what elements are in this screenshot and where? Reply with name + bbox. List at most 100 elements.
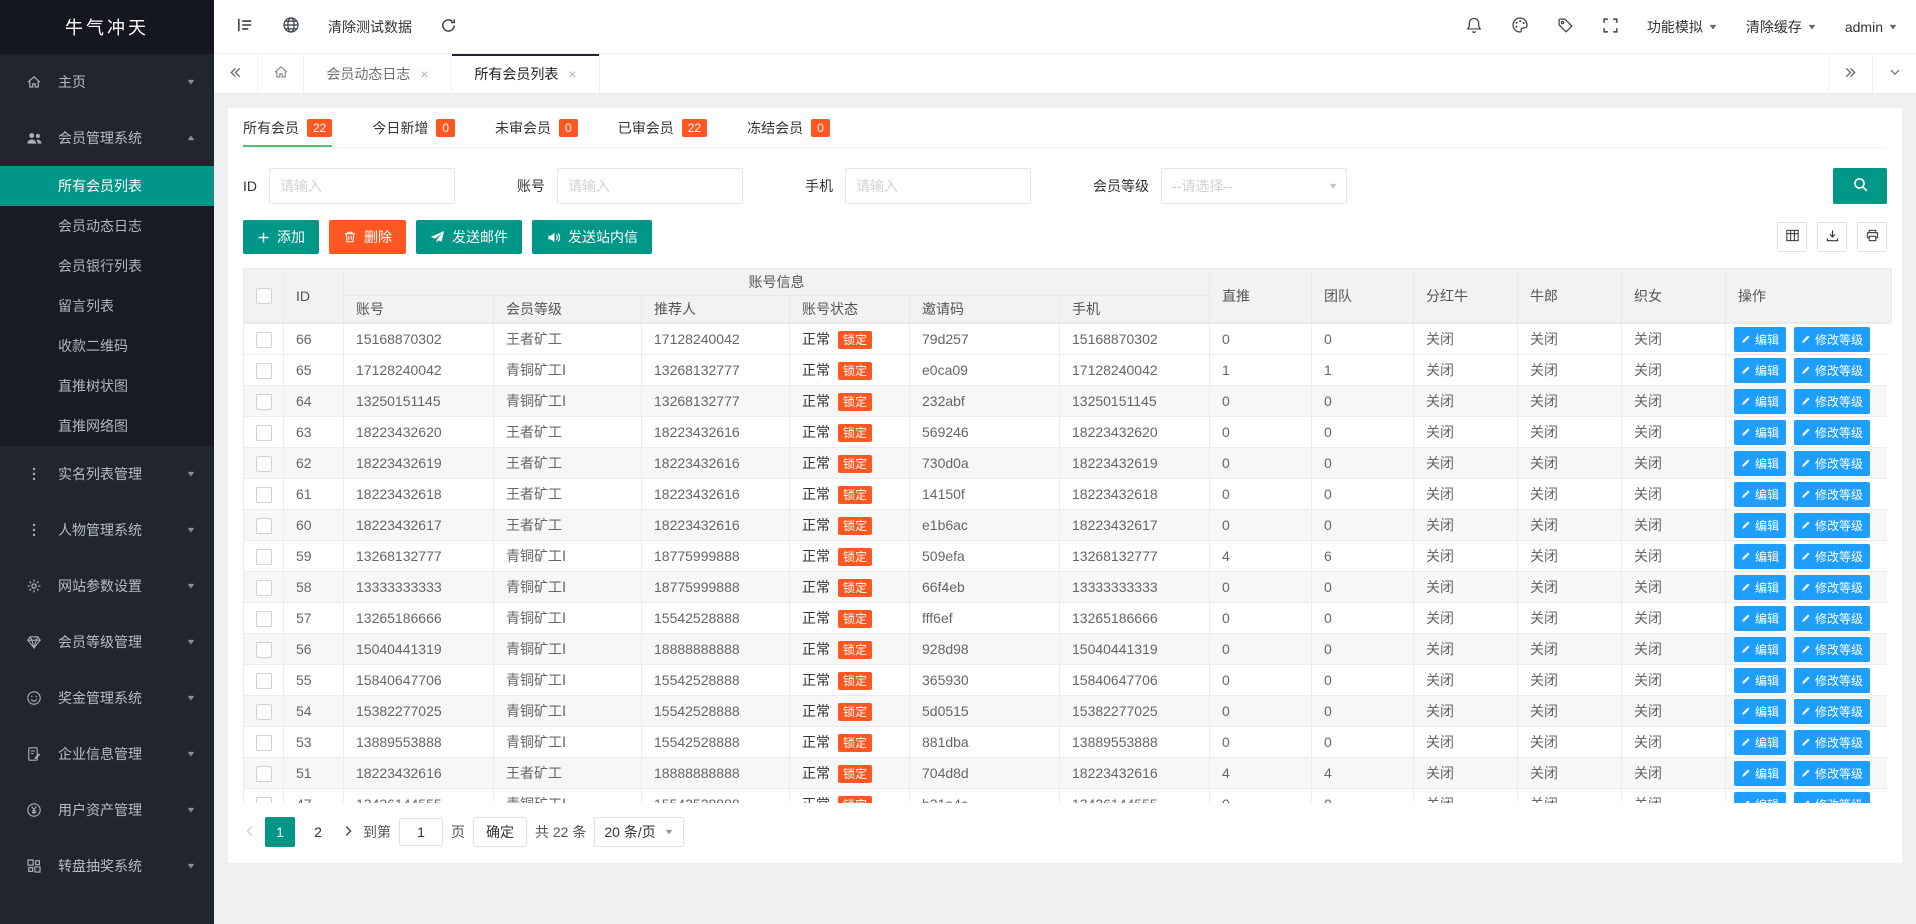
sidebar-item[interactable]: 网站参数设置 (0, 558, 214, 614)
row-checkbox[interactable] (256, 518, 272, 534)
sidebar-item[interactable]: 用户资产管理 (0, 782, 214, 838)
row-checkbox[interactable] (256, 642, 272, 658)
close-icon[interactable]: × (420, 67, 428, 81)
sidebar-item[interactable]: 企业信息管理 (0, 726, 214, 782)
edit-button[interactable]: 编辑 (1734, 451, 1786, 476)
edit-level-button[interactable]: 修改等级 (1794, 389, 1870, 414)
user-dropdown[interactable]: admin (1845, 19, 1898, 35)
tabs-scroll-left-button[interactable] (214, 54, 258, 93)
edit-button[interactable]: 编辑 (1734, 389, 1786, 414)
edit-level-button[interactable]: 修改等级 (1794, 792, 1870, 804)
edit-button[interactable]: 编辑 (1734, 637, 1786, 662)
member-status-tab[interactable]: 已审会员22 (598, 108, 727, 147)
row-checkbox[interactable] (256, 394, 272, 410)
send-message-button[interactable]: 发送站内信 (532, 220, 652, 254)
fullscreen-button[interactable] (1602, 17, 1619, 37)
tab-member-logs[interactable]: 会员动态日志 × (304, 54, 452, 93)
lock-badge-button[interactable]: 锁定 (838, 641, 872, 659)
lock-badge-button[interactable]: 锁定 (838, 703, 872, 721)
edit-level-button[interactable]: 修改等级 (1794, 699, 1870, 724)
edit-level-button[interactable]: 修改等级 (1794, 606, 1870, 631)
member-status-tab[interactable]: 今日新增0 (352, 108, 475, 147)
row-checkbox[interactable] (256, 611, 272, 627)
page-button-2[interactable]: 2 (303, 817, 333, 847)
row-checkbox[interactable] (256, 735, 272, 751)
next-page-button[interactable] (341, 824, 355, 841)
lock-badge-button[interactable]: 锁定 (838, 765, 872, 783)
add-button[interactable]: 添加 (243, 220, 319, 254)
tag-button[interactable] (1557, 17, 1574, 37)
member-status-tab[interactable]: 所有会员22 (243, 108, 352, 147)
edit-button[interactable]: 编辑 (1734, 513, 1786, 538)
filter-account-input[interactable] (557, 168, 743, 204)
edit-button[interactable]: 编辑 (1734, 358, 1786, 383)
sidebar-item[interactable]: 人物管理系统 (0, 502, 214, 558)
lock-badge-button[interactable]: 锁定 (838, 734, 872, 752)
language-globe-button[interactable] (282, 16, 300, 37)
tabs-scroll-right-button[interactable] (1828, 54, 1872, 93)
row-checkbox[interactable] (256, 673, 272, 689)
edit-level-button[interactable]: 修改等级 (1794, 358, 1870, 383)
sidebar-subitem[interactable]: 收款二维码 (0, 326, 214, 366)
goto-page-input[interactable] (399, 818, 443, 846)
page-button-1[interactable]: 1 (265, 817, 295, 847)
confirm-page-button[interactable]: 确定 (473, 817, 527, 847)
edit-level-button[interactable]: 修改等级 (1794, 482, 1870, 507)
filter-level-select[interactable]: --请选择-- (1161, 168, 1347, 204)
lock-badge-button[interactable]: 锁定 (838, 455, 872, 473)
sidebar-subitem[interactable]: 直推网络图 (0, 406, 214, 446)
row-checkbox[interactable] (256, 332, 272, 348)
lock-badge-button[interactable]: 锁定 (838, 517, 872, 535)
edit-level-button[interactable]: 修改等级 (1794, 668, 1870, 693)
filter-id-input[interactable] (269, 168, 455, 204)
sidebar-subitem[interactable]: 直推树状图 (0, 366, 214, 406)
row-checkbox[interactable] (256, 766, 272, 782)
delete-button[interactable]: 删除 (329, 220, 406, 254)
prev-page-button[interactable] (243, 824, 257, 841)
notifications-button[interactable] (1465, 16, 1483, 37)
edit-level-button[interactable]: 修改等级 (1794, 637, 1870, 662)
row-checkbox[interactable] (256, 704, 272, 720)
export-button[interactable] (1817, 222, 1847, 252)
edit-level-button[interactable]: 修改等级 (1794, 451, 1870, 476)
refresh-button[interactable] (440, 17, 457, 37)
row-checkbox[interactable] (256, 797, 272, 803)
clear-test-data-button[interactable]: 清除测试数据 (328, 17, 412, 37)
sidebar-item[interactable]: 奖金管理系统 (0, 670, 214, 726)
edit-level-button[interactable]: 修改等级 (1794, 575, 1870, 600)
send-mail-button[interactable]: 发送邮件 (416, 220, 522, 254)
lock-badge-button[interactable]: 锁定 (838, 548, 872, 566)
print-button[interactable] (1857, 222, 1887, 252)
member-status-tab[interactable]: 冻结会员0 (727, 108, 850, 147)
theme-button[interactable] (1511, 16, 1529, 37)
sidebar-subitem[interactable]: 会员动态日志 (0, 206, 214, 246)
sidebar-item[interactable]: 转盘抽奖系统 (0, 838, 214, 894)
sidebar-subitem[interactable]: 留言列表 (0, 286, 214, 326)
simulate-dropdown[interactable]: 功能模拟 (1647, 17, 1718, 37)
sidebar-item[interactable]: 会员等级管理 (0, 614, 214, 670)
filter-phone-input[interactable] (845, 168, 1031, 204)
close-icon[interactable]: × (568, 67, 576, 81)
lock-badge-button[interactable]: 锁定 (838, 610, 872, 628)
edit-button[interactable]: 编辑 (1734, 327, 1786, 352)
lock-badge-button[interactable]: 锁定 (838, 393, 872, 411)
edit-level-button[interactable]: 修改等级 (1794, 327, 1870, 352)
lock-badge-button[interactable]: 锁定 (838, 424, 872, 442)
edit-button[interactable]: 编辑 (1734, 544, 1786, 569)
tabs-menu-button[interactable] (1872, 54, 1916, 93)
edit-button[interactable]: 编辑 (1734, 792, 1786, 804)
row-checkbox[interactable] (256, 487, 272, 503)
member-status-tab[interactable]: 未审会员0 (475, 108, 598, 147)
lock-badge-button[interactable]: 锁定 (838, 579, 872, 597)
sidebar-subitem[interactable]: 所有会员列表 (0, 166, 214, 206)
sidebar-item[interactable]: 实名列表管理 (0, 446, 214, 502)
filter-columns-button[interactable] (1777, 222, 1807, 252)
lock-badge-button[interactable]: 锁定 (838, 362, 872, 380)
tab-all-members[interactable]: 所有会员列表 × (452, 54, 600, 93)
clear-cache-dropdown[interactable]: 清除缓存 (1746, 17, 1817, 37)
edit-level-button[interactable]: 修改等级 (1794, 761, 1870, 786)
edit-level-button[interactable]: 修改等级 (1794, 544, 1870, 569)
sidebar-item[interactable]: 会员管理系统 (0, 110, 214, 166)
edit-button[interactable]: 编辑 (1734, 730, 1786, 755)
row-checkbox[interactable] (256, 363, 272, 379)
